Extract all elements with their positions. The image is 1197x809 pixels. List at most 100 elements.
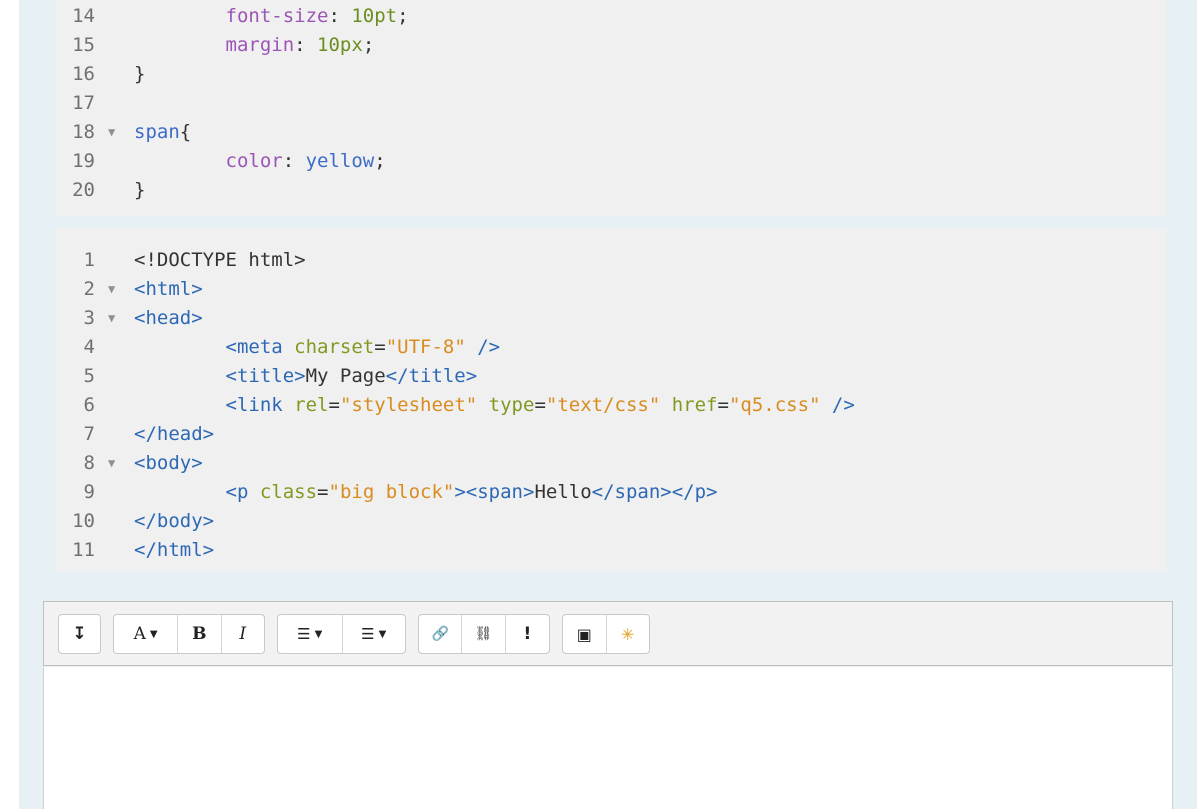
unlink-icon: ⛓ (474, 626, 493, 642)
line-number: 4 (83, 336, 95, 358)
code-text: <p class="big block"><span>Hello</span><… (134, 478, 718, 507)
code-token: <!DOCTYPE html> (134, 249, 306, 271)
code-token: "q5.css" (728, 394, 821, 416)
code-token: = (317, 481, 329, 503)
numbered-list-icon: ☰ (361, 625, 375, 643)
unlink-button[interactable]: ⛓ (462, 615, 506, 653)
code-token: = (374, 336, 386, 358)
link-button[interactable]: 🔗 (419, 615, 463, 653)
code-line: 20} (55, 176, 1166, 205)
answer-text-area[interactable] (43, 667, 1173, 809)
chevron-down-icon: ▼ (314, 628, 323, 640)
code-token: </html> (134, 539, 215, 561)
code-token: <link (225, 394, 295, 416)
code-token: : (294, 34, 318, 56)
code-line: 9 <p class="big block"><span>Hello</span… (55, 478, 1166, 507)
insert-media-button[interactable]: ✳ (607, 615, 650, 653)
code-token: : (328, 5, 352, 27)
code-line: 1 <!DOCTYPE html> (55, 246, 1166, 275)
code-token: <span> (465, 481, 535, 503)
code-line: 5 <title>My Page</title> (55, 362, 1166, 391)
code-line: 10 </body> (55, 507, 1166, 536)
code-token: href (671, 394, 718, 416)
code-line: 11 </html> (55, 536, 1166, 565)
code-token: "stylesheet" (339, 394, 478, 416)
code-token: = (534, 394, 546, 416)
code-token: </title> (385, 365, 478, 387)
code-text: } (134, 176, 145, 205)
code-token: } (134, 179, 146, 201)
insert-image-button[interactable]: ▣ (563, 615, 607, 653)
toolbar-group-text-style: A ▼ B I (113, 614, 265, 654)
code-token: span (134, 121, 180, 143)
chevron-down-icon: ▼ (378, 628, 387, 640)
code-text: color: yellow; (134, 147, 386, 176)
collapse-icon: ↧ (72, 624, 87, 644)
font-style-icon: A (133, 624, 146, 644)
code-token: "big block" (328, 481, 455, 503)
code-token: margin (225, 34, 295, 56)
fold-toggle-icon[interactable]: ▼ (108, 449, 115, 478)
code-token: <meta (225, 336, 295, 358)
code-token: /> (465, 336, 501, 358)
media-icon: ✳ (621, 624, 635, 644)
line-number: 15 (72, 34, 95, 56)
ordered-list-button[interactable]: ☰ ▼ (343, 615, 406, 653)
code-text: <body> (134, 449, 203, 478)
collapse-toolbar-button[interactable]: ↧ (59, 615, 100, 653)
code-line: 8 ▼ <body> (55, 449, 1166, 478)
code-token: "text/css" (545, 394, 661, 416)
fold-toggle-icon[interactable]: ▼ (108, 304, 115, 333)
fold-toggle-icon[interactable]: ▼ (108, 275, 115, 304)
code-text: <link rel="stylesheet" type="text/css" h… (134, 391, 855, 420)
line-number: 9 (83, 481, 95, 503)
fold-toggle-icon[interactable]: ▼ (108, 118, 115, 147)
line-number: 8 (83, 452, 95, 474)
code-text: margin: 10px; (134, 31, 375, 60)
html-code-viewer[interactable]: 1 <!DOCTYPE html> 2 ▼ <html> 3 ▼ <head> 4 <meta … (55, 228, 1166, 571)
line-number: 1 (83, 249, 95, 271)
font-style-dropdown-button[interactable]: A ▼ (114, 615, 179, 653)
code-token: Hello (534, 481, 592, 503)
code-token: <html> (134, 278, 203, 300)
bold-icon: B (192, 624, 207, 644)
image-icon: ▣ (576, 624, 592, 644)
code-token: My Page (305, 365, 386, 387)
bulleted-list-icon: ☰ (297, 625, 311, 643)
code-token: type (488, 394, 535, 416)
italic-button[interactable]: I (222, 615, 264, 653)
code-text: span{ (134, 118, 191, 147)
line-number: 2 (83, 278, 95, 300)
exclamation-icon: ! (523, 624, 532, 644)
code-text: </head> (134, 420, 214, 449)
line-number: 18 (72, 121, 95, 143)
line-number: 14 (72, 5, 95, 27)
code-token: = (328, 394, 340, 416)
code-token: : (282, 150, 306, 172)
code-line: 17 (55, 89, 1166, 118)
code-text: <head> (134, 304, 203, 333)
code-line: 16} (55, 60, 1166, 89)
code-token: /> (820, 394, 855, 416)
italic-icon: I (239, 624, 247, 644)
line-number: 10 (72, 510, 95, 532)
unordered-list-button[interactable]: ☰ ▼ (278, 615, 343, 653)
code-token: color (225, 150, 283, 172)
line-number: 6 (83, 394, 95, 416)
code-token: 10px (317, 34, 363, 56)
accessibility-checker-button[interactable]: ! (506, 615, 549, 653)
code-text: <html> (134, 275, 203, 304)
code-line: 3 ▼ <head> (55, 304, 1166, 333)
code-line: 18 ▼ span{ (55, 118, 1166, 147)
code-token: yellow (305, 150, 375, 172)
toolbar-group-lists: ☰ ▼ ☰ ▼ (277, 614, 406, 654)
code-token: <body> (134, 452, 203, 474)
css-code-viewer[interactable]: 14 font-size: 10pt; 15 margin: 10px; 16} 17… (55, 0, 1166, 216)
code-token: 10pt (351, 5, 398, 27)
line-number: 5 (83, 365, 95, 387)
line-number: 19 (72, 150, 95, 172)
bold-button[interactable]: B (178, 615, 222, 653)
